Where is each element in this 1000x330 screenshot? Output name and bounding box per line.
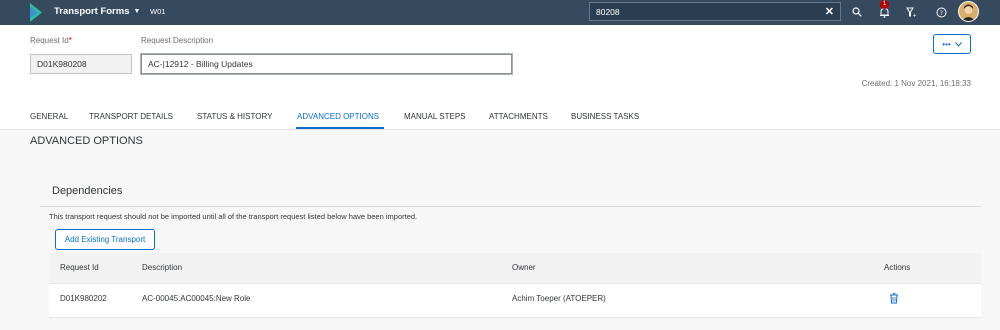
search-value: 80208: [596, 7, 620, 17]
active-tab-indicator: [296, 127, 384, 129]
filter-icon[interactable]: +: [904, 5, 918, 19]
tab-status-history[interactable]: STATUS & HISTORY: [197, 112, 272, 121]
tab-manual-steps[interactable]: MANUAL STEPS: [404, 112, 466, 121]
section-title: ADVANCED OPTIONS: [30, 135, 143, 147]
column-header-description[interactable]: Description: [142, 263, 182, 272]
add-existing-transport-button[interactable]: Add Existing Transport: [55, 229, 155, 250]
divider: [40, 206, 981, 207]
tab-bar: GENERAL TRANSPORT DETAILS STATUS & HISTO…: [0, 103, 1000, 130]
column-header-actions: Actions: [884, 263, 911, 272]
notification-badge: 1: [880, 0, 889, 9]
svg-text:+: +: [912, 13, 916, 18]
dependencies-table: Request Id Description Owner Actions D01…: [49, 253, 981, 318]
panel-title: Dependencies: [52, 185, 123, 197]
column-header-owner[interactable]: Owner: [512, 263, 536, 272]
tab-general[interactable]: GENERAL: [30, 112, 68, 121]
app-title: Transport Forms: [54, 6, 130, 17]
cell-owner: Achim Toeper (ATOEPER): [512, 294, 606, 303]
avatar[interactable]: [958, 1, 979, 22]
app-logo-icon[interactable]: [30, 3, 42, 22]
description-field[interactable]: AC-|12912 - Billing Updates: [141, 54, 512, 74]
chevron-down-icon: ▼: [133, 8, 141, 15]
tab-advanced-options[interactable]: ADVANCED OPTIONS: [297, 112, 379, 121]
tab-transport-details[interactable]: TRANSPORT DETAILS: [89, 112, 173, 121]
object-header: Request Id* D01K980208 Request Descripti…: [0, 25, 1000, 103]
app-title-menu[interactable]: Transport Forms ▼: [54, 6, 140, 17]
cell-request-id: D01K980202: [60, 294, 107, 303]
more-actions-button[interactable]: •••: [933, 34, 971, 54]
request-id-field[interactable]: D01K980208: [30, 54, 132, 74]
chevron-down-icon: [954, 40, 962, 49]
request-id-label: Request Id*: [30, 36, 72, 45]
column-header-request-id[interactable]: Request Id: [60, 263, 99, 272]
search-icon[interactable]: [850, 5, 864, 19]
cell-description: AC-00045:AC00045:New Role: [142, 294, 251, 303]
delete-icon[interactable]: [889, 293, 899, 306]
svg-text:?: ?: [939, 9, 942, 17]
clear-icon[interactable]: ✕: [825, 5, 834, 18]
table-row[interactable]: D01K980202 AC-00045:AC00045:New Role Ach…: [49, 284, 981, 318]
description-label: Request Description: [141, 36, 214, 45]
info-text: This transport request should not be imp…: [49, 212, 418, 221]
search-input[interactable]: 80208 ✕: [589, 2, 841, 21]
shell-bar: Transport Forms ▼ W01 80208 ✕ 1 + ?: [0, 0, 1000, 25]
help-icon[interactable]: ?: [934, 5, 948, 19]
more-icon: •••: [942, 39, 951, 49]
table-header: Request Id Description Owner Actions: [49, 253, 981, 284]
tab-attachments[interactable]: ATTACHMENTS: [489, 112, 548, 121]
tab-business-tasks[interactable]: BUSINESS TASKS: [571, 112, 639, 121]
system-id: W01: [150, 7, 166, 16]
created-timestamp: Created: 1 Nov 2021, 16:18:33: [861, 79, 971, 88]
